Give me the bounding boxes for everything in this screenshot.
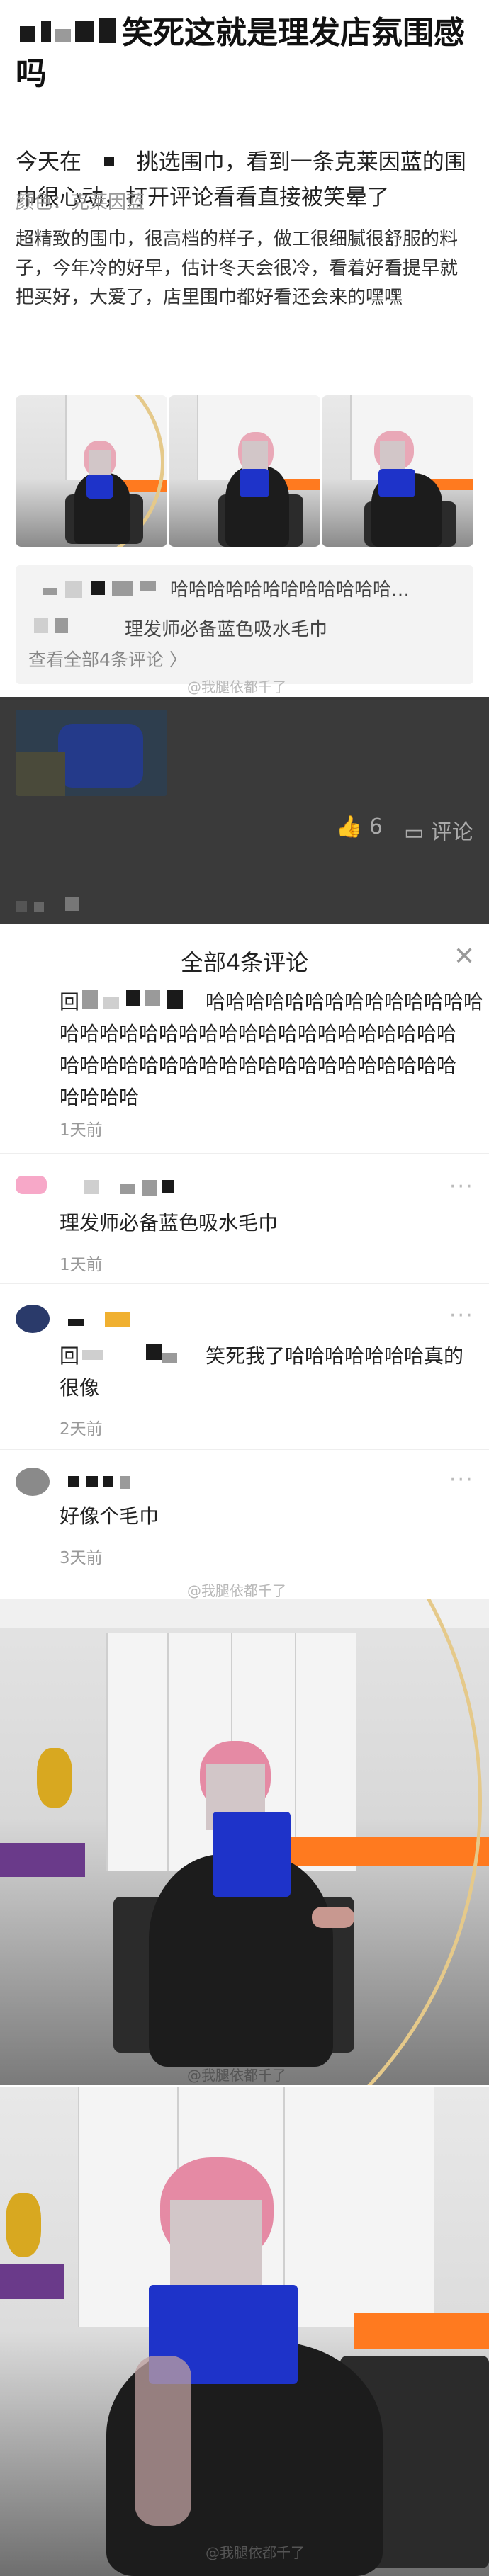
censored-shop-mark [103,157,114,166]
large-photo-2[interactable]: @我腿依都千了 [0,2087,489,2576]
more-options-icon[interactable]: ··· [449,1303,474,1328]
large-photo-1[interactable]: @我腿依都千了 [0,1599,489,2085]
dimmed-photo [16,710,167,796]
divider [0,1449,489,1450]
post-title: 笑死这就是理发店氛围感吗 [16,13,469,95]
review-photo-3[interactable] [322,395,473,547]
comment-label: 评论 [430,820,473,845]
close-icon[interactable]: ✕ [454,942,475,971]
more-options-icon[interactable]: ··· [449,1174,474,1199]
like-button[interactable]: 👍 6 [336,815,383,839]
censored-dark-mosaic [16,897,101,914]
comment-icon: ▭ [404,820,425,845]
censored-commenter-name-2 [34,618,91,636]
comment-reply-prefix: 回 [60,990,80,1014]
censored-commenter-name [43,581,163,601]
avatar[interactable] [16,1305,50,1333]
thumbs-up-icon: 👍 [336,815,363,839]
censored-username [84,1180,190,1197]
comment-4-time: 3天前 [60,1549,103,1567]
more-options-icon[interactable]: ··· [449,1468,474,1492]
chevron-right-icon: 〉 [163,649,187,670]
comment-1-time: 1天前 [60,1121,103,1140]
product-color-label: 颜色：克莱因蓝 [16,192,145,213]
product-review-text: 超精致的围巾，很高档的样子，做工很细腻很舒服的料子，今年冷的好早，估计冬天会很冷… [16,229,459,308]
review-photo-2[interactable] [169,395,320,547]
preview-comment-1: 哈哈哈哈哈哈哈哈哈哈哈哈… [170,579,410,601]
watermark-text: @我腿依都千了 [187,679,286,696]
comment-2-body: 理发师必备蓝色吸水毛巾 [60,1211,279,1235]
photo-watermark-1: @我腿依都千了 [187,2067,286,2084]
comment-3-line1: 笑死我了哈哈哈哈哈哈哈真的 [206,1344,464,1368]
comment-3-time: 2天前 [60,1420,103,1439]
divider [0,1153,489,1154]
avatar[interactable] [16,1176,47,1194]
divider [0,1283,489,1284]
comment-reply-prefix: 回 [60,1344,80,1368]
review-photo-1[interactable] [16,395,167,547]
comment-4-body: 好像个毛巾 [60,1504,159,1528]
censored-username [68,1476,146,1492]
intro-prefix: 今天在 [16,149,82,175]
censored-username-mosaic [16,16,122,49]
avatar[interactable] [16,1468,50,1496]
comment-2-time: 1天前 [60,1256,103,1274]
comment-1-body: 哈哈哈哈哈哈哈哈哈哈哈哈哈哈哈哈哈哈哈哈哈哈哈哈哈哈哈哈哈哈哈哈哈哈哈哈哈哈哈哈… [60,1022,457,1109]
censored-username [68,1312,139,1329]
preview-comment-2: 理发师必备蓝色吸水毛巾 [125,619,328,640]
comments-sheet-title: 全部4条评论 [180,949,309,976]
censored-reply-target [82,990,203,1011]
like-count: 6 [369,815,383,839]
comment-1-line1: 哈哈哈哈哈哈哈哈哈哈哈哈哈哈 [206,990,484,1014]
comment-3-body: 很像 [60,1376,100,1400]
comment-button[interactable]: ▭ 评论 [404,815,473,846]
watermark-text: @我腿依都千了 [187,1582,286,1599]
photo-watermark-2: @我腿依都千了 [206,2544,305,2561]
censored-reply-target [82,1344,189,1366]
view-all-comments-link[interactable]: 查看全部4条评论 〉 [28,646,187,671]
